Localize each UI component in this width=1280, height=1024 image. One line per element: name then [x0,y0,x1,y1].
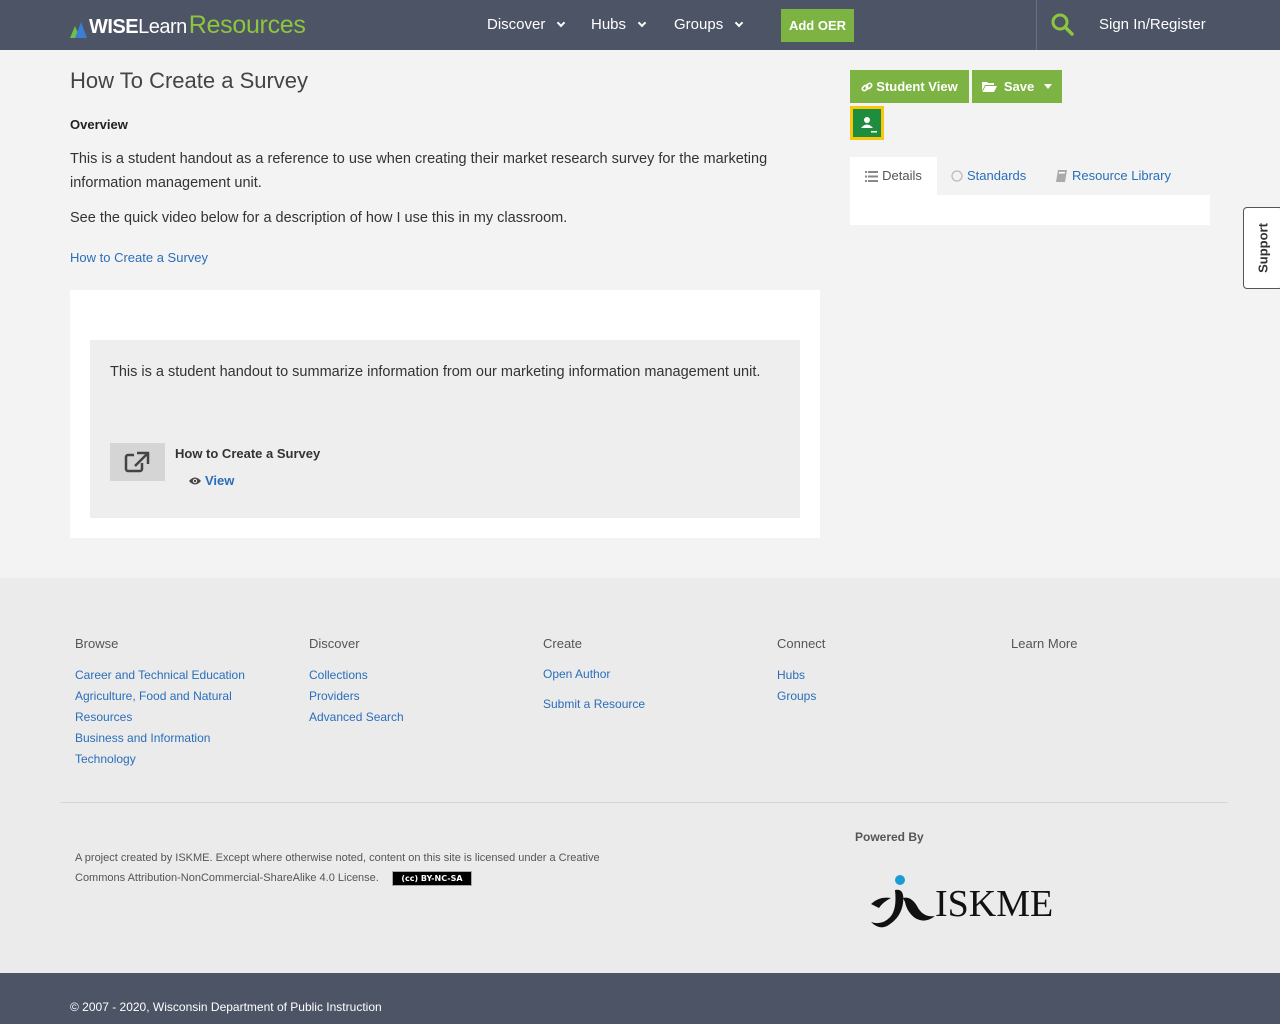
footer-link-open-author[interactable]: Open Author [543,659,743,689]
how-to-create-survey-link[interactable]: How to Create a Survey [70,250,208,265]
footer-column-discover: Discover Collections Providers Advanced … [309,636,509,728]
nav-hubs[interactable]: Hubs [591,0,647,50]
chevron-down-icon [557,18,566,28]
resource-summary-text: This is a student handout to summarize i… [110,364,761,380]
support-label: Support [1255,223,1271,273]
google-classroom-icon [853,109,881,137]
sign-in-register-link[interactable]: Sign In/Register [1099,0,1206,50]
footer-heading-learn-more: Learn More [1011,636,1078,651]
footer-heading-discover: Discover [309,636,360,651]
iskme-logo[interactable]: ISKME [865,868,1065,938]
tab-standards[interactable]: Standards [951,157,1026,195]
view-resource-link[interactable]: View [188,473,234,488]
support-tab[interactable]: Support [1243,207,1280,289]
search-icon[interactable] [1050,12,1074,36]
footer-column-create: Create Open Author Submit a Resource [543,636,743,719]
list-icon [865,170,879,182]
nav-groups-label: Groups [674,16,724,33]
eye-icon [189,477,201,484]
save-label: Save [1003,79,1035,94]
footer-heading-create: Create [543,636,583,651]
folder-open-icon [981,82,997,92]
footer-link-advanced-search[interactable]: Advanced Search [309,707,509,728]
details-tab-panel [850,195,1210,225]
overview-heading: Overview [70,117,128,132]
description-paragraph-2: See the quick video below for a descript… [70,210,568,226]
copyright-bar: © 2007 - 2020, Wisconsin Department of P… [0,973,1280,1024]
logo-wise-text: WISE [89,16,139,38]
nav-hubs-label: Hubs [591,16,627,33]
chevron-down-icon [734,18,744,28]
license-text: A project created by ISKME. Except where… [75,852,600,884]
tab-details[interactable]: Details [850,157,937,195]
footer-link-agriculture-food[interactable]: Agriculture, Food and Natural Resources [75,686,255,728]
footer-link-submit-resource[interactable]: Submit a Resource [543,689,743,719]
footer-link-career-technical-education[interactable]: Career and Technical Education [75,665,255,686]
footer-column-connect: Connect Hubs Groups [777,636,977,707]
description-paragraph-1: This is a student handout as a reference… [70,151,768,191]
circle-icon [951,170,963,182]
tab-details-label: Details [882,168,922,183]
tab-resource-library-label: Resource Library [1072,168,1171,183]
resource-title: How to Create a Survey [175,446,321,461]
footer-link-collections[interactable]: Collections [309,665,509,686]
resource-summary-box: This is a student handout to summarize i… [90,340,800,518]
site-logo[interactable]: WISE Learn Resources [70,12,306,38]
chevron-down-icon [637,18,647,28]
nav-groups[interactable]: Groups [674,0,744,50]
caret-down-icon [1044,84,1053,89]
logo-mark-icon [70,22,88,38]
nav-discover-label: Discover [487,16,546,33]
cc-license-badge[interactable]: (cc) BY-NC-SA [391,870,472,886]
page-title: How To Create a Survey [70,68,309,93]
external-link-icon[interactable] [110,443,165,481]
resource-card: This is a student handout to summarize i… [70,290,820,538]
footer: Browse Career and Technical Education Ag… [0,578,1280,973]
nav-discover[interactable]: Discover [487,0,566,50]
footer-column-browse: Browse Career and Technical Education Ag… [75,636,275,770]
logo-learn-text: Learn [138,16,187,38]
view-label: View [205,473,235,488]
save-dropdown-button[interactable]: Save [972,70,1062,103]
footer-heading-connect: Connect [777,636,826,651]
license-notice: A project created by ISKME. Except where… [75,848,635,888]
book-icon [1056,170,1067,182]
footer-link-hubs[interactable]: Hubs [777,665,977,686]
add-oer-button[interactable]: Add OER [781,9,854,42]
footer-link-business-it[interactable]: Business and Information Technology [75,728,235,770]
footer-column-learn-more: Learn More [1011,636,1211,665]
iskme-wordmark: ISKME [935,883,1053,925]
footer-heading-browse: Browse [75,636,119,651]
top-navbar: WISE Learn Resources Discover Hubs Group… [0,0,1280,50]
details-tabs: Details Standards Resource Library [850,157,1210,195]
student-view-label: Student View [876,79,958,94]
nav-divider [1036,0,1037,50]
student-view-button[interactable]: Student View [850,70,969,103]
google-classroom-share-button[interactable] [850,106,884,140]
footer-divider [60,802,1228,803]
tab-resource-library[interactable]: Resource Library [1056,157,1171,195]
logo-resources-text: Resources [188,11,306,39]
powered-by-label: Powered By [855,830,924,844]
copyright-text: © 2007 - 2020, Wisconsin Department of P… [70,1000,382,1014]
footer-link-groups[interactable]: Groups [777,686,977,707]
footer-link-providers[interactable]: Providers [309,686,509,707]
link-icon [861,81,873,92]
tab-standards-label: Standards [967,168,1027,183]
